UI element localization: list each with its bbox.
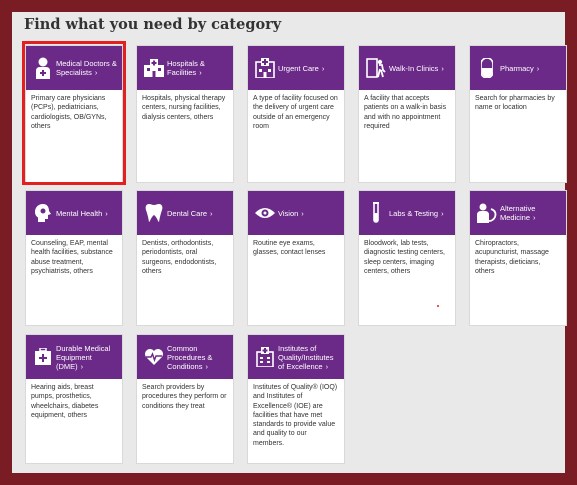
- chevron-right-icon: ›: [80, 361, 84, 371]
- chevron-right-icon: ›: [199, 68, 202, 77]
- card-common-procedures[interactable]: Common Procedures & Conditions › Search p…: [136, 334, 234, 464]
- card-urgent-care[interactable]: Urgent Care › A type of facility focused …: [247, 45, 345, 183]
- dme-icon: [32, 344, 54, 370]
- card-title: Institutes of Quality/Institutes of Exce…: [278, 343, 334, 371]
- card-title: Labs & Testing ›: [389, 208, 444, 218]
- card-dental-care[interactable]: Dental Care › Dentists, orthodontists, pe…: [136, 190, 234, 326]
- card-description: Chiropractors, acupuncturist, massage th…: [475, 240, 549, 275]
- stray-dot: [437, 305, 439, 307]
- card-header: Medical Doctors & Specialists ›: [26, 46, 122, 90]
- card-description: Search for pharmacies by name or locatio…: [475, 95, 555, 112]
- card-description: Primary care physicians (PCPs), pediatri…: [31, 95, 107, 130]
- card-description: Bloodwork, lab tests, diagnostic testing…: [364, 240, 445, 275]
- institute-icon: [254, 344, 276, 370]
- chevron-right-icon: ›: [325, 361, 329, 371]
- card-vision[interactable]: Vision › Routine eye exams, glasses, cont…: [247, 190, 345, 326]
- chevron-right-icon: ›: [533, 213, 536, 222]
- card-title: Vision ›: [278, 208, 304, 218]
- card-header: Durable Medical Equipment (DME) ›: [26, 335, 122, 379]
- card-description: Counseling, EAP, mental health facilitie…: [31, 240, 113, 275]
- heartbeat-icon: [143, 344, 165, 370]
- card-description: Dentists, orthodontists, periodontists, …: [142, 240, 217, 275]
- doctor-icon: [32, 55, 54, 81]
- eye-icon: [254, 200, 276, 226]
- walk-in-icon: [365, 55, 387, 81]
- hospital-icon: [143, 55, 165, 81]
- chevron-right-icon: ›: [441, 63, 444, 73]
- card-description: Routine eye exams, glasses, contact lens…: [253, 240, 326, 257]
- urgent-care-icon: [254, 55, 276, 81]
- chevron-right-icon: ›: [105, 208, 108, 218]
- card-description: A type of facility focused on the delive…: [253, 95, 338, 130]
- category-panel: Find what you need by category Medical D…: [12, 12, 567, 473]
- card-walk-in-clinics[interactable]: Walk-In Clinics › A facility that accepts…: [358, 45, 456, 183]
- lab-icon: [365, 200, 387, 226]
- chevron-right-icon: ›: [94, 68, 98, 77]
- card-labs-testing[interactable]: Labs & Testing › Bloodwork, lab tests, di…: [358, 190, 456, 326]
- card-title: Dental Care ›: [167, 208, 213, 218]
- mental-health-icon: [32, 200, 54, 226]
- card-title: Common Procedures & Conditions ›: [167, 343, 213, 371]
- card-hospitals[interactable]: Hospitals & Facilities › Hospitals, physi…: [136, 45, 234, 183]
- card-title: Urgent Care ›: [278, 63, 325, 73]
- card-description: Institutes of Quality® (IOQ) and Institu…: [253, 384, 338, 447]
- card-title: Walk-In Clinics ›: [389, 63, 444, 73]
- chevron-right-icon: ›: [205, 361, 208, 371]
- card-description: Hearing aids, breast pumps, prosthetics,…: [31, 384, 99, 419]
- card-pharmacy[interactable]: Pharmacy › Search for pharmacies by name …: [469, 45, 567, 183]
- card-header: Institutes of Quality/Institutes of Exce…: [248, 335, 344, 379]
- chevron-right-icon: ›: [301, 208, 304, 218]
- card-durable-medical-equipment[interactable]: Durable Medical Equipment (DME) › Hearing…: [25, 334, 123, 464]
- alternative-medicine-icon: [476, 200, 498, 226]
- card-header: Urgent Care ›: [248, 46, 344, 90]
- card-header: Walk-In Clinics ›: [359, 46, 455, 90]
- card-institutes-of-quality[interactable]: Institutes of Quality/Institutes of Exce…: [247, 334, 345, 464]
- page-title: Find what you need by category: [24, 16, 282, 33]
- card-title: Mental Health ›: [56, 208, 108, 218]
- card-alternative-medicine[interactable]: Alternative Medicine › Chiropractors, acu…: [469, 190, 567, 326]
- card-header: Vision ›: [248, 191, 344, 235]
- chevron-right-icon: ›: [321, 63, 325, 73]
- card-title: Medical Doctors & Specialists ›: [56, 59, 117, 77]
- card-header: Labs & Testing ›: [359, 191, 455, 235]
- card-description: Search providers by procedures they perf…: [142, 384, 227, 410]
- card-header: Pharmacy ›: [470, 46, 566, 90]
- chevron-right-icon: ›: [536, 63, 540, 73]
- card-description: Hospitals, physical therapy centers, nur…: [142, 95, 226, 121]
- card-header: Alternative Medicine ›: [470, 191, 566, 235]
- card-title: Pharmacy ›: [500, 63, 540, 73]
- card-header: Mental Health ›: [26, 191, 122, 235]
- card-header: Dental Care ›: [137, 191, 233, 235]
- card-header: Common Procedures & Conditions ›: [137, 335, 233, 379]
- card-header: Hospitals & Facilities ›: [137, 46, 233, 90]
- pharmacy-icon: [476, 55, 498, 81]
- card-title: Hospitals & Facilities ›: [167, 59, 205, 77]
- tooth-icon: [143, 200, 165, 226]
- card-description: A facility that accepts patients on a wa…: [364, 95, 447, 130]
- card-title: Alternative Medicine ›: [500, 204, 536, 222]
- card-title: Durable Medical Equipment (DME) ›: [56, 343, 111, 371]
- chevron-right-icon: ›: [441, 208, 444, 218]
- chevron-right-icon: ›: [210, 208, 213, 218]
- card-mental-health[interactable]: Mental Health › Counseling, EAP, mental h…: [25, 190, 123, 326]
- card-medical-doctors[interactable]: Medical Doctors & Specialists › Primary c…: [25, 45, 123, 183]
